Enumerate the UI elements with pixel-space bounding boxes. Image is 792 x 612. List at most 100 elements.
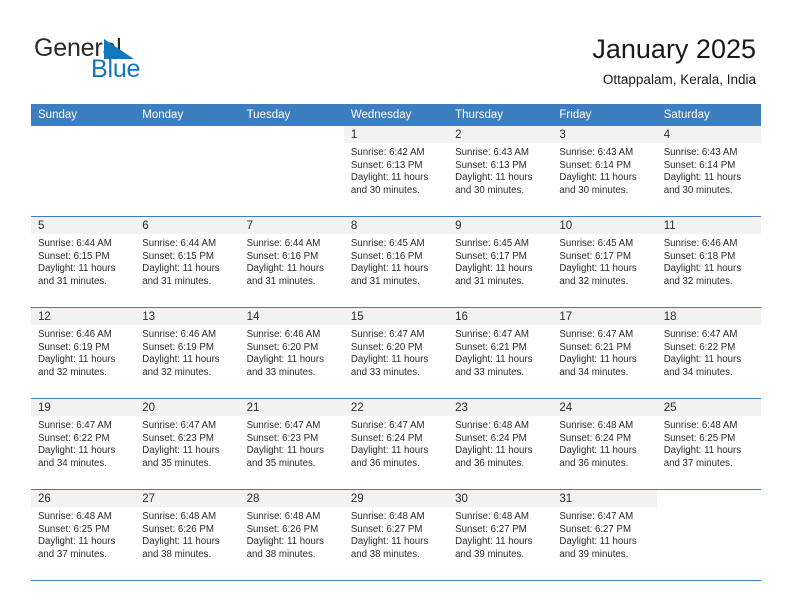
- detail-sunrise: Sunrise: 6:44 AM: [246, 238, 321, 249]
- detail-sunset: Sunset: 6:24 PM: [559, 432, 632, 444]
- detail-daylight1: Daylight: 11 hours: [559, 536, 637, 548]
- weekday-header-row: Sunday Monday Tuesday Wednesday Thursday…: [31, 104, 761, 126]
- brand-logo[interactable]: General Blue: [34, 36, 274, 90]
- calendar-day-cell[interactable]: 1 Sunrise: 6:42 AM Sunset: 6:13 PM Daylight…: [343, 126, 449, 216]
- calendar-day-cell[interactable]: 22 Sunrise: 6:47 AM Sunset: 6:24 PM Dayligh…: [343, 398, 449, 489]
- day-details: Sunrise: 6:43 AM Sunset: 6:14 PM Daylight:…: [657, 143, 761, 197]
- detail-daylight2: and 38 minutes.: [142, 548, 212, 560]
- calendar-day-cell[interactable]: 12 Sunrise: 6:46 AM Sunset: 6:19 PM Dayligh…: [31, 307, 136, 398]
- detail-daylight1: Daylight: 11 hours: [455, 536, 533, 548]
- calendar-day-cell[interactable]: 2 Sunrise: 6:43 AM Sunset: 6:13 PM Daylight…: [448, 126, 553, 216]
- detail-daylight1: Daylight: 11 hours: [246, 536, 324, 548]
- calendar-week-row: 12 Sunrise: 6:46 AM Sunset: 6:19 PM Dayligh…: [31, 307, 761, 398]
- detail-sunrise: Sunrise: 6:47 AM: [38, 420, 112, 431]
- day-details: Sunrise: 6:46 AM Sunset: 6:19 PM Daylight:…: [135, 325, 239, 379]
- calendar-cell-empty: [135, 126, 240, 216]
- detail-daylight1: Daylight: 11 hours: [246, 263, 324, 275]
- page-subtitle-location: Ottappalam, Kerala, India: [602, 72, 756, 87]
- detail-daylight2: and 33 minutes.: [455, 366, 525, 378]
- day-number: 2: [448, 126, 553, 143]
- detail-daylight2: and 35 minutes.: [142, 457, 212, 469]
- page-header: General Blue January 2025 Ottappalam, Ke…: [0, 0, 792, 98]
- calendar-header: Sunday Monday Tuesday Wednesday Thursday…: [31, 104, 761, 126]
- detail-daylight1: Daylight: 11 hours: [559, 354, 637, 366]
- calendar-week-row: 26 Sunrise: 6:48 AM Sunset: 6:25 PM Dayligh…: [31, 489, 761, 580]
- week-separator-line: [31, 580, 761, 581]
- day-number: 9: [448, 217, 553, 234]
- detail-daylight1: Daylight: 11 hours: [246, 354, 324, 366]
- day-details: Sunrise: 6:44 AM Sunset: 6:15 PM Daylight:…: [135, 234, 239, 288]
- calendar-day-cell[interactable]: 9 Sunrise: 6:45 AM Sunset: 6:17 PM Daylight…: [448, 216, 553, 307]
- calendar-day-cell[interactable]: 14 Sunrise: 6:46 AM Sunset: 6:20 PM Dayligh…: [239, 307, 344, 398]
- detail-daylight1: Daylight: 11 hours: [559, 445, 637, 457]
- day-number: 15: [343, 308, 449, 325]
- day-number: 31: [552, 490, 657, 507]
- calendar-day-cell[interactable]: 3 Sunrise: 6:43 AM Sunset: 6:14 PM Daylight…: [552, 126, 657, 216]
- day-number: 4: [656, 126, 761, 143]
- calendar-day-cell[interactable]: 31 Sunrise: 6:47 AM Sunset: 6:27 PM Dayligh…: [552, 489, 657, 580]
- calendar-day-cell[interactable]: 8 Sunrise: 6:45 AM Sunset: 6:16 PM Daylight…: [343, 216, 449, 307]
- detail-daylight2: and 30 minutes.: [559, 184, 629, 196]
- detail-daylight2: and 30 minutes.: [663, 184, 733, 196]
- detail-daylight2: and 33 minutes.: [246, 366, 316, 378]
- day-number: 20: [135, 399, 240, 416]
- day-number: 7: [239, 217, 344, 234]
- detail-sunrise: Sunrise: 6:48 AM: [38, 511, 112, 522]
- calendar-day-cell[interactable]: 16 Sunrise: 6:47 AM Sunset: 6:21 PM Dayligh…: [448, 307, 553, 398]
- detail-sunrise: Sunrise: 6:46 AM: [142, 329, 217, 340]
- detail-daylight2: and 31 minutes.: [142, 275, 212, 287]
- calendar-day-cell[interactable]: 20 Sunrise: 6:47 AM Sunset: 6:23 PM Dayligh…: [135, 398, 240, 489]
- calendar-day-cell[interactable]: 23 Sunrise: 6:48 AM Sunset: 6:24 PM Dayligh…: [448, 398, 553, 489]
- day-number: [239, 126, 344, 143]
- day-number: 13: [135, 308, 240, 325]
- detail-sunrise: Sunrise: 6:47 AM: [142, 420, 217, 431]
- detail-daylight2: and 39 minutes.: [455, 548, 525, 560]
- detail-sunrise: Sunrise: 6:42 AM: [350, 147, 425, 158]
- detail-sunset: Sunset: 6:18 PM: [663, 250, 736, 262]
- weekday-header-friday: Friday: [552, 104, 657, 126]
- calendar-day-cell[interactable]: 6 Sunrise: 6:44 AM Sunset: 6:15 PM Daylight…: [135, 216, 240, 307]
- calendar-day-cell[interactable]: 5 Sunrise: 6:44 AM Sunset: 6:15 PM Daylight…: [31, 216, 136, 307]
- weekday-header-thursday: Thursday: [448, 104, 553, 126]
- detail-daylight1: Daylight: 11 hours: [246, 445, 324, 457]
- detail-daylight1: Daylight: 11 hours: [455, 354, 533, 366]
- day-details: Sunrise: 6:47 AM Sunset: 6:23 PM Daylight:…: [240, 416, 344, 470]
- day-number: [656, 490, 761, 507]
- detail-sunrise: Sunrise: 6:44 AM: [38, 238, 112, 249]
- calendar-day-cell[interactable]: 24 Sunrise: 6:48 AM Sunset: 6:24 PM Dayligh…: [552, 398, 657, 489]
- day-details: Sunrise: 6:48 AM Sunset: 6:27 PM Daylight:…: [344, 507, 448, 561]
- detail-sunrise: Sunrise: 6:48 AM: [142, 511, 217, 522]
- calendar-day-cell[interactable]: 15 Sunrise: 6:47 AM Sunset: 6:20 PM Dayligh…: [343, 307, 449, 398]
- day-number: 23: [448, 399, 553, 416]
- day-number: [135, 126, 240, 143]
- detail-daylight2: and 37 minutes.: [38, 548, 107, 560]
- calendar-day-cell[interactable]: 29 Sunrise: 6:48 AM Sunset: 6:27 PM Dayligh…: [343, 489, 449, 580]
- calendar-day-cell[interactable]: 7 Sunrise: 6:44 AM Sunset: 6:16 PM Daylight…: [239, 216, 344, 307]
- day-details: Sunrise: 6:43 AM Sunset: 6:14 PM Daylight:…: [552, 143, 656, 197]
- weekday-header-tuesday: Tuesday: [239, 104, 344, 126]
- weekday-header-wednesday: Wednesday: [343, 104, 449, 126]
- detail-daylight2: and 31 minutes.: [350, 275, 420, 287]
- calendar-week-row: 19 Sunrise: 6:47 AM Sunset: 6:22 PM Dayligh…: [31, 398, 761, 489]
- detail-sunrise: Sunrise: 6:46 AM: [38, 329, 112, 340]
- detail-sunset: Sunset: 6:17 PM: [455, 250, 527, 262]
- calendar-day-cell[interactable]: 17 Sunrise: 6:47 AM Sunset: 6:21 PM Dayligh…: [552, 307, 657, 398]
- calendar-day-cell[interactable]: 21 Sunrise: 6:47 AM Sunset: 6:23 PM Dayligh…: [239, 398, 344, 489]
- calendar-page: General Blue January 2025 Ottappalam, Ke…: [0, 0, 792, 612]
- calendar-day-cell[interactable]: 30 Sunrise: 6:48 AM Sunset: 6:27 PM Dayligh…: [448, 489, 553, 580]
- calendar-day-cell[interactable]: 28 Sunrise: 6:48 AM Sunset: 6:26 PM Dayligh…: [239, 489, 344, 580]
- calendar-day-cell[interactable]: 13 Sunrise: 6:46 AM Sunset: 6:19 PM Dayligh…: [135, 307, 240, 398]
- day-details: Sunrise: 6:46 AM Sunset: 6:18 PM Daylight:…: [657, 234, 761, 288]
- calendar-day-cell[interactable]: 4 Sunrise: 6:43 AM Sunset: 6:14 PM Daylight…: [656, 126, 761, 216]
- calendar-day-cell[interactable]: 26 Sunrise: 6:48 AM Sunset: 6:25 PM Dayligh…: [31, 489, 136, 580]
- calendar-week-row: 5 Sunrise: 6:44 AM Sunset: 6:15 PM Daylight…: [31, 216, 761, 307]
- calendar-day-cell[interactable]: 19 Sunrise: 6:47 AM Sunset: 6:22 PM Dayligh…: [31, 398, 136, 489]
- calendar-day-cell[interactable]: 25 Sunrise: 6:48 AM Sunset: 6:25 PM Dayligh…: [656, 398, 761, 489]
- calendar-day-cell[interactable]: 27 Sunrise: 6:48 AM Sunset: 6:26 PM Dayligh…: [135, 489, 240, 580]
- detail-daylight1: Daylight: 11 hours: [142, 354, 220, 366]
- detail-daylight2: and 32 minutes.: [38, 366, 107, 378]
- detail-sunset: Sunset: 6:13 PM: [455, 159, 527, 171]
- calendar-day-cell[interactable]: 18 Sunrise: 6:47 AM Sunset: 6:22 PM Dayligh…: [656, 307, 761, 398]
- calendar-day-cell[interactable]: 11 Sunrise: 6:46 AM Sunset: 6:18 PM Dayligh…: [656, 216, 761, 307]
- calendar-day-cell[interactable]: 10 Sunrise: 6:45 AM Sunset: 6:17 PM Dayligh…: [552, 216, 657, 307]
